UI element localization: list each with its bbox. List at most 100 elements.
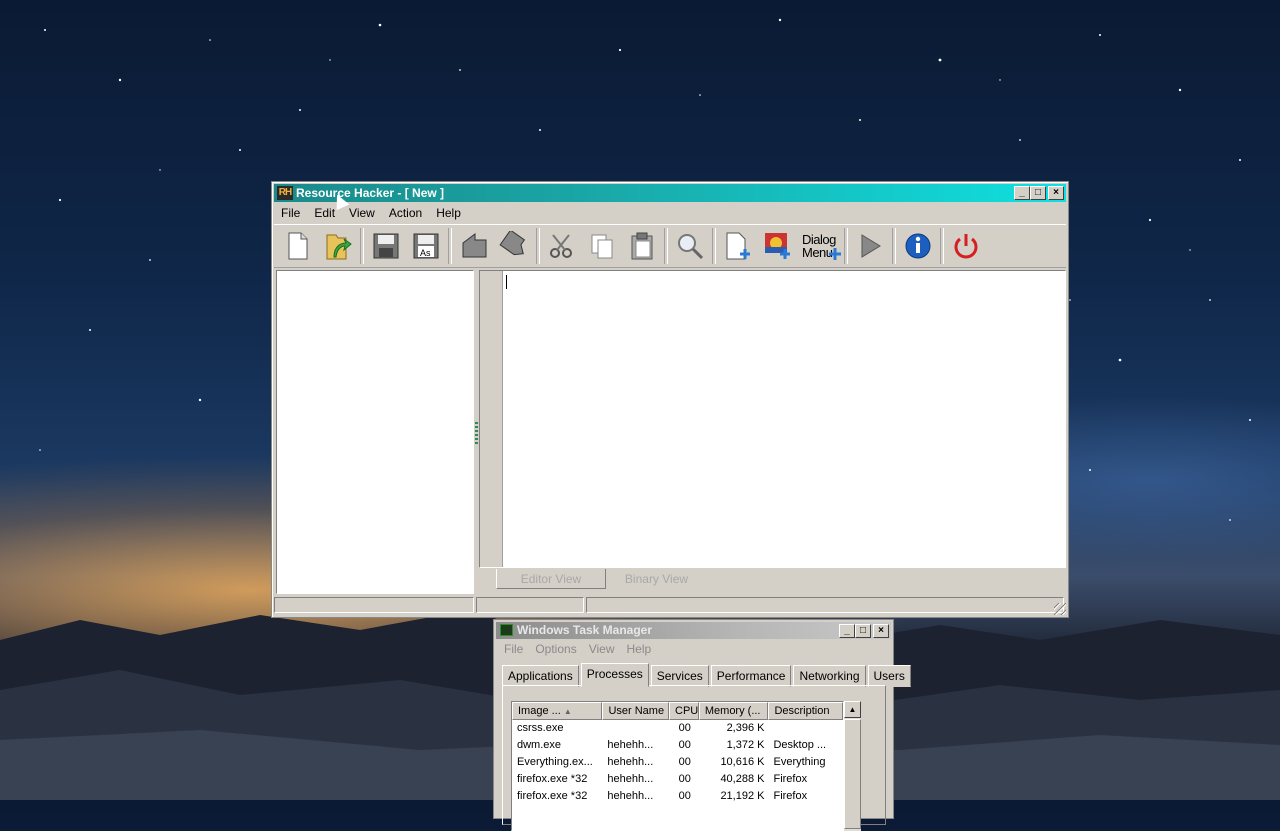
toolbar-separator [536, 228, 540, 264]
scrollbar-thumb[interactable] [844, 719, 861, 829]
tab-services[interactable]: Services [650, 665, 709, 687]
tm-menubar: File Options View Help [498, 640, 657, 658]
cell-description [768, 720, 843, 737]
save-icon[interactable] [366, 227, 406, 265]
open-folder-icon[interactable] [318, 227, 358, 265]
cell-memory: 1,372 K [726, 739, 765, 751]
resource-tree-pane[interactable] [276, 270, 474, 594]
cell-user: hehehh... [607, 773, 654, 785]
toolbar-separator [664, 228, 668, 264]
cell-description: Desktop ... [773, 739, 827, 751]
rh-menubar: File Edit View Action Help [274, 203, 468, 223]
go-to-icon[interactable] [494, 227, 534, 265]
dialog-menu-icon[interactable]: Dialog Menu [798, 227, 842, 265]
rh-statusbar [274, 597, 1066, 615]
cell-cpu: 00 [678, 756, 691, 768]
table-row[interactable]: firefox.exe *32 hehehh... 00 40,288 K Fi… [512, 771, 843, 788]
menu-action[interactable]: Action [382, 203, 429, 223]
menu-file[interactable]: File [274, 203, 307, 223]
cell-description: Firefox [773, 773, 808, 785]
resource-hacker-app-icon: RH [277, 186, 293, 200]
menu-help[interactable]: Help [429, 203, 468, 223]
task-manager-app-icon [500, 624, 513, 636]
tm-window-title: Windows Task Manager [517, 623, 653, 637]
tm-menu-help[interactable]: Help [621, 640, 658, 658]
table-row[interactable]: csrss.exe 00 2,396 K [512, 720, 843, 737]
cell-cpu: 00 [678, 722, 691, 734]
script-editor[interactable] [503, 271, 1065, 567]
minimize-button[interactable]: _ [839, 624, 855, 638]
tm-menu-view[interactable]: View [583, 640, 621, 658]
cell-image: dwm.exe [517, 739, 562, 751]
close-button[interactable]: × [873, 624, 889, 638]
tab-binary-view[interactable]: Binary View [609, 569, 704, 589]
cell-cpu: 00 [678, 739, 691, 751]
maximize-button[interactable]: □ [1030, 186, 1046, 200]
toolbar-separator [712, 228, 716, 264]
table-row[interactable]: dwm.exe hehehh... 00 1,372 K Desktop ... [512, 737, 843, 754]
tab-performance[interactable]: Performance [710, 665, 792, 687]
cell-memory: 40,288 K [720, 773, 765, 785]
find-icon[interactable] [670, 227, 710, 265]
toolbar-separator [844, 228, 848, 264]
cell-user [602, 720, 669, 737]
tab-applications[interactable]: Applications [502, 665, 579, 687]
cell-image: Everything.ex... [517, 756, 593, 768]
cell-cpu: 00 [678, 773, 691, 785]
tm-menu-file[interactable]: File [498, 640, 529, 658]
save-as-label: As [420, 248, 431, 258]
task-manager-window: Windows Task Manager _ □ × File Options … [493, 619, 911, 831]
tab-processes[interactable]: Processes [580, 663, 649, 687]
process-list-scrollbar[interactable]: ▲ [844, 701, 861, 831]
compile-icon[interactable] [454, 227, 494, 265]
status-cell [476, 597, 584, 613]
status-cell [274, 597, 474, 613]
cell-cpu: 00 [678, 790, 691, 802]
column-image-name[interactable]: Image ... ▲ [512, 702, 603, 720]
table-row[interactable]: firefox.exe *32 hehehh... 00 21,192 K Fi… [512, 788, 843, 805]
maximize-button[interactable]: □ [855, 624, 871, 638]
scroll-up-icon[interactable]: ▲ [844, 701, 861, 718]
column-description[interactable]: Description [768, 702, 843, 720]
about-icon[interactable] [898, 227, 938, 265]
tab-users[interactable]: Users [867, 665, 911, 687]
toolbar-separator [940, 228, 944, 264]
paste-icon[interactable] [622, 227, 662, 265]
table-row[interactable]: Everything.ex... hehehh... 00 10,616 K E… [512, 754, 843, 771]
cell-memory: 21,192 K [720, 790, 765, 802]
cut-icon[interactable] [542, 227, 582, 265]
process-list[interactable]: Image ... ▲ User Name CPU Memory (... De… [511, 701, 844, 831]
column-cpu[interactable]: CPU [669, 702, 699, 720]
cell-image: firefox.exe *32 [517, 773, 588, 785]
save-as-icon[interactable]: As [406, 227, 446, 265]
column-memory[interactable]: Memory (... [698, 702, 769, 720]
status-cell [586, 597, 1064, 613]
tab-editor-view[interactable]: Editor View [496, 569, 606, 589]
cell-user: hehehh... [607, 790, 654, 802]
toolbar-separator [448, 228, 452, 264]
cell-description: Everything [773, 756, 826, 768]
tm-titlebar[interactable]: Windows Task Manager _ □ × [496, 622, 891, 639]
add-image-icon[interactable] [758, 227, 798, 265]
exit-icon[interactable] [946, 227, 986, 265]
copy-icon[interactable] [582, 227, 622, 265]
editor-gutter [480, 271, 503, 567]
rh-titlebar[interactable]: RH Resource Hacker - [ New ] _ □ × [274, 184, 1066, 202]
view-tabs: Editor View Binary View [479, 569, 1066, 591]
tm-menu-options[interactable]: Options [529, 640, 582, 658]
pane-splitter[interactable] [475, 422, 478, 446]
menu-view[interactable]: View [342, 203, 382, 223]
new-file-icon[interactable] [278, 227, 318, 265]
tm-tabs: Applications Processes Services Performa… [502, 663, 913, 687]
column-user-name[interactable]: User Name [602, 702, 670, 720]
add-resource-icon[interactable] [718, 227, 758, 265]
run-script-icon[interactable] [850, 227, 890, 265]
minimize-button[interactable]: _ [1014, 186, 1030, 200]
tab-networking[interactable]: Networking [793, 665, 866, 687]
text-caret [506, 275, 507, 289]
toolbar-separator [892, 228, 896, 264]
close-button[interactable]: × [1048, 186, 1064, 200]
cell-image: firefox.exe *32 [517, 790, 588, 802]
editor-frame [479, 270, 1066, 568]
resize-grip[interactable] [1054, 603, 1066, 615]
